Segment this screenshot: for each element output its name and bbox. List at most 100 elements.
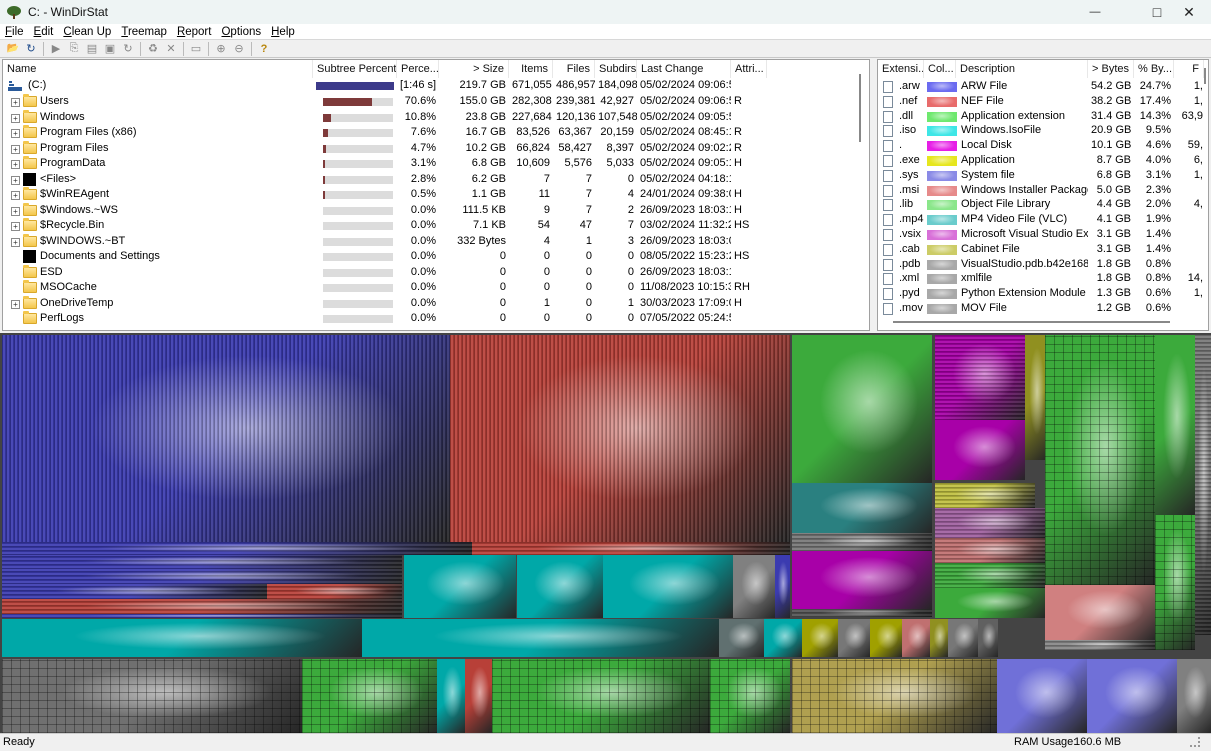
tree-row[interactable]: MSOCache 0.0% 0 0 0 0 11/08/2023 10:15:34 RH: [3, 280, 869, 296]
tree-row[interactable]: + $WinREAgent 0.5% 1.1 GB 11 7 4 24/01/2024 09:…: [3, 187, 869, 203]
column-header-last-change[interactable]: Last Change: [637, 60, 731, 78]
extension-row[interactable]: .msi Windows Installer Package 5.0 GB 2.3%: [878, 183, 1208, 199]
treemap-cell-local-disk-block[interactable]: [935, 335, 1025, 420]
treemap-cell-other[interactable]: [1195, 335, 1211, 635]
treemap-cell-other[interactable]: [838, 619, 870, 657]
treemap-cell-iso-block[interactable]: [404, 555, 516, 618]
treemap-cell-dll-block[interactable]: [1155, 335, 1195, 515]
treemap-cell-other[interactable]: [2, 659, 302, 733]
treemap-cell-dll-block[interactable]: [792, 335, 932, 483]
treemap-cell-dll-block[interactable]: [1155, 515, 1195, 650]
treemap-cell-other[interactable]: [978, 619, 998, 657]
treemap-cell-iso-block[interactable]: [2, 619, 362, 657]
explorer-button[interactable]: ▤: [83, 41, 101, 57]
treemap-cell-other[interactable]: [1177, 659, 1211, 733]
treemap-cell-arw-block[interactable]: [2, 614, 402, 618]
extension-list-vscrollbar[interactable]: [1204, 68, 1206, 84]
extension-row[interactable]: .pyd Python Extension Module 1.3 GB 0.6% 1,: [878, 286, 1208, 302]
treemap-cell-iso-block[interactable]: [603, 555, 733, 618]
extension-row[interactable]: .mp4 MP4 Video File (VLC) 4.1 GB 1.9%: [878, 212, 1208, 228]
treemap-cell-other[interactable]: [1045, 585, 1155, 640]
column-header-percent[interactable]: Perce...: [397, 60, 439, 78]
resize-grip[interactable]: [1190, 737, 1200, 747]
extension-row[interactable]: .sys System file 6.8 GB 3.1% 1,: [878, 168, 1208, 184]
treemap-cell-other[interactable]: [935, 538, 1045, 563]
tree-row[interactable]: + Program Files 4.7% 10.2 GB 66,824 58,427 8,3…: [3, 140, 869, 157]
treemap-cell-dll-block[interactable]: [492, 659, 710, 733]
treemap-cell-other[interactable]: [870, 619, 902, 657]
zoom-out-button[interactable]: ⊖: [230, 41, 248, 57]
treemap-cell-other[interactable]: [719, 619, 764, 657]
treemap-cell-arw-block[interactable]: [2, 555, 402, 569]
directory-tree-scrollbar[interactable]: [859, 74, 861, 142]
treemap-cell-other[interactable]: [997, 659, 1087, 733]
new-folder-button[interactable]: ▭: [187, 41, 205, 57]
tree-row[interactable]: + Users 70.6% 155.0 GB 282,308 239,381 42,927 0…: [3, 94, 869, 110]
tree-row[interactable]: + Windows 10.8% 23.8 GB 227,684 120,136 107,54…: [3, 109, 869, 126]
expand-toggle[interactable]: +: [11, 160, 20, 169]
treemap-cell-other[interactable]: [802, 619, 838, 657]
treemap-cell-nef-block[interactable]: [465, 659, 492, 733]
treemap-cell-iso-block[interactable]: [437, 659, 465, 733]
column-header-items[interactable]: Items: [509, 60, 553, 78]
extension-row[interactable]: .arw ARW File 54.2 GB 24.7% 1,: [878, 79, 1208, 95]
menu-options[interactable]: Options: [216, 26, 266, 38]
minimize-button[interactable]: —: [1072, 0, 1118, 24]
expand-toggle[interactable]: +: [11, 175, 20, 185]
expand-toggle[interactable]: +: [11, 98, 20, 107]
treemap-cell-other[interactable]: [792, 609, 932, 617]
treemap-cell-dll-block[interactable]: [935, 588, 1045, 618]
refresh-all-button[interactable]: ↻: [22, 41, 40, 57]
open-button[interactable]: 📂: [4, 41, 22, 57]
extension-row[interactable]: .mov MOV File 1.2 GB 0.6%: [878, 301, 1208, 317]
column-header-files[interactable]: Files: [553, 60, 595, 78]
treemap-cell-other[interactable]: [733, 555, 775, 618]
column-header-subtree-percent[interactable]: Subtree Percent...: [313, 60, 397, 78]
treemap-cell-nef-block[interactable]: [2, 599, 402, 614]
column-header-bytes[interactable]: > Bytes: [1088, 60, 1134, 78]
menu-help[interactable]: Help: [266, 26, 300, 38]
tree-row[interactable]: ESD 0.0% 0 0 0 0 26/09/2023 18:03:12: [3, 264, 869, 281]
tree-row[interactable]: + OneDriveTemp 0.0% 0 1 0 1 30/03/2023 17:09:01…: [3, 295, 869, 312]
menu-clean-up[interactable]: Clean Up: [58, 26, 116, 38]
expand-toggle[interactable]: +: [11, 129, 20, 138]
extension-row[interactable]: .xml xmlfile 1.8 GB 0.8% 14,: [878, 271, 1208, 287]
treemap-cell-other[interactable]: [792, 533, 932, 551]
tree-row[interactable]: + $WINDOWS.~BT 0.0% 332 Bytes 4 1 3 26/09/2023 …: [3, 233, 869, 250]
tree-root-row[interactable]: (C:) [1:46 s] 219.7 GB 671,055 486,957 184,09…: [3, 78, 869, 94]
column-header-size[interactable]: > Size: [439, 60, 509, 78]
tree-row[interactable]: Documents and Settings 0.0% 0 0 0 0 08/05/2022…: [3, 249, 869, 265]
treemap-cell-arw-block[interactable]: [2, 584, 267, 599]
column-header-color[interactable]: Col...: [924, 60, 956, 78]
tree-row[interactable]: + $Windows.~WS 0.0% 111.5 KB 9 7 2 26/09/2023 1…: [3, 202, 869, 219]
tree-row[interactable]: PerfLogs 0.0% 0 0 0 0 07/05/2022 05:24:50: [3, 311, 869, 327]
treemap-cell-arw-block[interactable]: [2, 335, 450, 542]
treemap-cell-other[interactable]: [792, 659, 997, 733]
treemap-cell-other[interactable]: [930, 619, 948, 657]
close-button[interactable]: ✕: [1166, 0, 1211, 24]
tree-row[interactable]: + Program Files (x86) 7.6% 16.7 GB 83,526 63,…: [3, 125, 869, 141]
tree-row[interactable]: + ProgramData 3.1% 6.8 GB 10,609 5,576 5,033 05…: [3, 156, 869, 172]
tree-row[interactable]: + $Recycle.Bin 0.0% 7.1 KB 54 47 7 03/02/2024 1…: [3, 218, 869, 234]
extension-row[interactable]: .vsix Microsoft Visual Studio Exte... 3.1 …: [878, 227, 1208, 243]
treemap-cell-local-disk-block[interactable]: [935, 420, 1025, 480]
treemap-cell-dll-block[interactable]: [710, 659, 790, 733]
play-button[interactable]: ▶: [47, 41, 65, 57]
treemap-cell-nef-block[interactable]: [267, 584, 402, 599]
extension-row[interactable]: .iso Windows.IsoFile 20.9 GB 9.5%: [878, 123, 1208, 139]
treemap-cell-other[interactable]: [792, 483, 932, 533]
extension-row[interactable]: .dll Application extension 31.4 GB 14.3% 63,…: [878, 109, 1208, 125]
copy-path-button[interactable]: ⎘: [65, 41, 83, 57]
extension-row[interactable]: .lib Object File Library 4.4 GB 2.0% 4,: [878, 197, 1208, 213]
treemap-cell-iso-block[interactable]: [517, 555, 603, 618]
expand-toggle[interactable]: +: [11, 113, 20, 123]
treemap-cell-other[interactable]: [948, 619, 978, 657]
treemap-cell-iso-block[interactable]: [362, 619, 719, 657]
expand-toggle[interactable]: +: [11, 222, 20, 231]
treemap-cell-other[interactable]: [1045, 640, 1155, 650]
extension-row[interactable]: .pdb VisualStudio.pdb.b42e1683 1.8 GB 0.8%: [878, 257, 1208, 273]
recycle-button[interactable]: ♻: [144, 41, 162, 57]
extension-row[interactable]: .exe Application 8.7 GB 4.0% 6,: [878, 153, 1208, 169]
zoom-in-button[interactable]: ⊕: [212, 41, 230, 57]
command-prompt-button[interactable]: ▣: [101, 41, 119, 57]
